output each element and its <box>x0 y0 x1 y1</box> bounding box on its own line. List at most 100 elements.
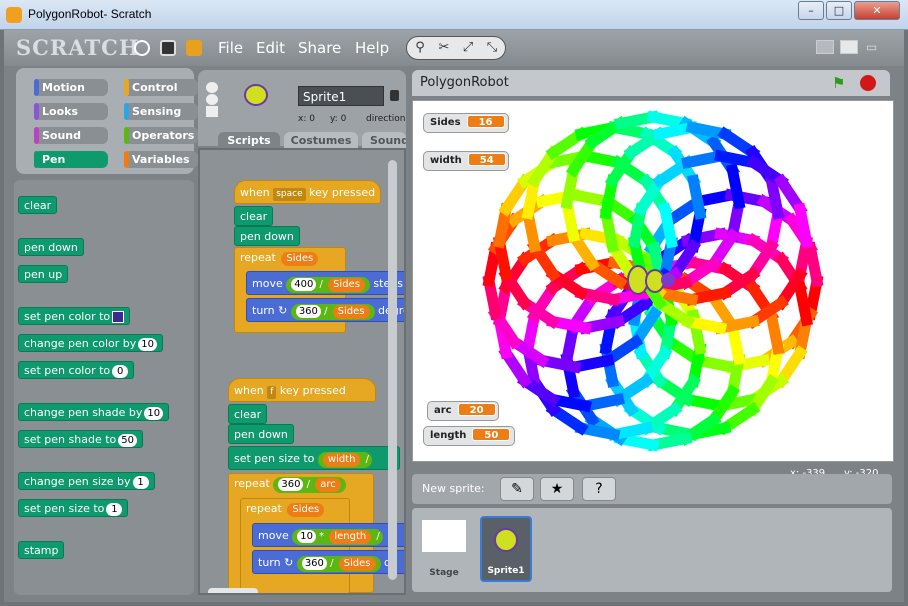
divide-operator[interactable]: 360 / arc <box>273 477 346 493</box>
scripts-area[interactable]: when space key pressed clear pen down re… <box>198 148 406 595</box>
block-set-pen-color-num[interactable]: set pen color to 0 <box>18 361 135 379</box>
block-change-pen-color[interactable]: change pen color by 10 <box>18 334 164 352</box>
block-pen-up[interactable]: pen up <box>18 265 69 283</box>
category-operators[interactable]: Operators <box>124 127 198 144</box>
variable-sides[interactable]: Sides <box>287 503 325 517</box>
globe-icon[interactable] <box>134 40 150 56</box>
block-pen-down[interactable]: pen down <box>234 226 300 246</box>
stop-sign-icon[interactable] <box>860 75 876 91</box>
block-pen-down[interactable]: pen down <box>18 238 84 256</box>
watcher-width[interactable]: width 54 <box>423 151 509 171</box>
block-label: set pen size to <box>234 452 315 465</box>
block-set-pen-size[interactable]: set pen size to 1 <box>18 499 129 517</box>
category-pen[interactable]: Pen <box>34 151 108 168</box>
watcher-sides[interactable]: Sides 16 <box>423 113 509 133</box>
menu-file[interactable]: File <box>218 39 243 57</box>
menu-share[interactable]: Share <box>298 39 341 57</box>
category-looks[interactable]: Looks <box>34 103 108 120</box>
number-slot[interactable]: 10 <box>297 530 316 543</box>
category-variables[interactable]: Variables <box>124 151 198 168</box>
variable-sides[interactable]: Sides <box>328 278 365 292</box>
category-sensing[interactable]: Sensing <box>124 103 198 120</box>
grow-icon[interactable]: ⤢ <box>459 40 477 56</box>
flip-icon[interactable] <box>206 94 218 105</box>
color-swatch[interactable] <box>112 311 125 323</box>
lock-icon[interactable] <box>390 90 399 101</box>
number-slot[interactable]: 1 <box>106 503 123 516</box>
category-motion[interactable]: Motion <box>34 79 108 96</box>
variable-width[interactable]: width <box>322 453 361 467</box>
number-slot[interactable]: 10 <box>138 338 158 351</box>
variable-sides[interactable]: Sides <box>281 252 319 266</box>
normal-stage-view-icon[interactable] <box>840 40 858 54</box>
close-button[interactable]: ✕ <box>854 1 900 20</box>
no-rotate-icon[interactable] <box>206 106 218 117</box>
stage-thumbnail[interactable]: Stage <box>418 516 470 582</box>
number-slot[interactable]: 360 <box>301 557 327 570</box>
sprite1-thumbnail[interactable]: Sprite1 <box>480 516 532 582</box>
block-set-pen-size[interactable]: set pen size to width / <box>228 446 400 470</box>
block-stamp[interactable]: stamp <box>18 541 65 559</box>
maximize-button[interactable]: □ <box>826 1 852 20</box>
variable-sides[interactable]: Sides <box>332 305 370 319</box>
block-set-pen-color[interactable]: set pen color to <box>18 307 131 325</box>
block-change-pen-shade[interactable]: change pen shade by 10 <box>18 403 170 421</box>
category-sound[interactable]: Sound <box>34 127 108 144</box>
divide-operator[interactable]: 400 / Sides <box>286 277 370 293</box>
watcher-arc[interactable]: arc 20 <box>427 401 499 421</box>
block-change-pen-size[interactable]: change pen size by 1 <box>18 472 155 490</box>
save-icon[interactable] <box>160 40 176 56</box>
multiply-operator[interactable]: 10 * length / <box>292 529 383 545</box>
divide-operator[interactable]: 360 / Sides <box>296 556 381 572</box>
block-move[interactable]: move 400 / Sides steps <box>246 271 404 295</box>
block-pen-down[interactable]: pen down <box>228 424 294 444</box>
butterfly-sprite[interactable] <box>623 259 679 305</box>
duplicate-stamp-icon[interactable]: ⚲ <box>411 40 429 56</box>
block-move[interactable]: move 10 * length / <box>252 523 404 547</box>
block-turn[interactable]: turn ↻ 360 / Sides degrees <box>246 298 404 322</box>
variable-sides[interactable]: Sides <box>338 557 376 571</box>
share-icon[interactable] <box>186 40 202 56</box>
presentation-view-icon[interactable]: ▭ <box>866 40 884 54</box>
stage-canvas[interactable]: Sides 16 width 54 arc 20 length 50 <box>412 100 894 462</box>
menu-edit[interactable]: Edit <box>256 39 285 57</box>
variable-arc[interactable]: arc <box>315 478 341 492</box>
block-label: set pen shade to <box>24 433 117 446</box>
rotate-icon[interactable] <box>206 82 218 93</box>
key-dropdown[interactable]: space <box>273 188 306 201</box>
category-control[interactable]: Control <box>124 79 198 96</box>
green-flag-icon[interactable]: ⚑ <box>832 75 848 91</box>
small-stage-view-icon[interactable] <box>816 40 834 54</box>
scripts-horizontal-scrollbar[interactable] <box>208 588 258 593</box>
number-slot[interactable]: 360 <box>278 478 304 491</box>
number-slot[interactable]: 0 <box>112 365 129 378</box>
scripts-vertical-scrollbar[interactable] <box>388 160 397 580</box>
scissors-icon[interactable]: ✂ <box>435 40 453 56</box>
variable-length[interactable]: length <box>329 530 372 544</box>
block-set-pen-shade[interactable]: set pen shade to 50 <box>18 430 143 448</box>
block-clear[interactable]: clear <box>18 196 58 214</box>
divide-operator[interactable]: width / <box>317 452 373 468</box>
divide-operator[interactable]: 360 / Sides <box>290 304 375 320</box>
key-dropdown[interactable]: f <box>267 386 277 399</box>
surprise-sprite-icon[interactable]: ? <box>582 477 616 501</box>
shrink-icon[interactable]: ⤡ <box>483 40 501 56</box>
block-clear[interactable]: clear <box>234 206 274 226</box>
hat-when-key-pressed[interactable]: when space key pressed <box>234 180 382 204</box>
number-slot[interactable]: 50 <box>118 434 137 447</box>
number-slot[interactable]: 400 <box>291 278 317 291</box>
hat-when-key-pressed-2[interactable]: when f key pressed <box>228 378 376 402</box>
number-slot[interactable]: 360 <box>295 305 321 318</box>
watcher-length[interactable]: length 50 <box>423 426 515 446</box>
number-slot[interactable]: 1 <box>132 476 149 489</box>
menu-help[interactable]: Help <box>355 39 389 57</box>
watcher-label: length <box>430 430 467 441</box>
tool-group: ⚲ ✂ ⤢ ⤡ <box>406 36 506 60</box>
minimize-button[interactable]: – <box>798 1 824 20</box>
choose-sprite-file-icon[interactable]: ★ <box>540 477 574 501</box>
sprite-name-field[interactable]: Sprite1 <box>298 86 384 106</box>
block-turn[interactable]: turn ↻ 360 / Sides d <box>252 550 404 574</box>
paint-new-sprite-icon[interactable]: ✎ <box>500 477 534 501</box>
number-slot[interactable]: 10 <box>144 407 164 420</box>
block-clear[interactable]: clear <box>228 404 268 424</box>
